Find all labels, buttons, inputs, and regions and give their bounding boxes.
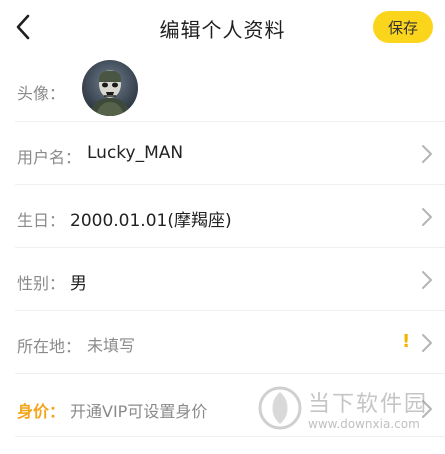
location-value: 未填写 (87, 336, 136, 355)
username-value: Lucky_MAN (87, 143, 184, 163)
warning-icon: ! (402, 331, 411, 352)
avatar-label: 头像： (17, 84, 66, 103)
row-divider (15, 436, 445, 437)
chevron-right-icon (420, 333, 434, 353)
birthday-value: 2000.01.01(摩羯座) (70, 211, 232, 231)
gender-row[interactable]: 性别： 男 (0, 248, 445, 311)
avatar[interactable] (82, 60, 138, 116)
location-row[interactable]: 所在地： 未填写 ! (0, 311, 445, 374)
chevron-right-icon (420, 399, 434, 419)
username-row[interactable]: 用户名： Lucky_MAN (0, 122, 445, 185)
gender-value: 男 (70, 274, 87, 294)
username-label: 用户名： (17, 148, 82, 167)
birthday-label: 生日： (17, 211, 66, 230)
worth-row[interactable]: 身价： 开通VIP可设置身价 (0, 374, 445, 437)
worth-label: 身价： (17, 402, 66, 421)
gender-label: 性别： (17, 274, 66, 293)
avatar-row[interactable]: 头像： (0, 56, 445, 122)
top-bar: 编辑个人资料 保存 (0, 0, 445, 56)
chevron-right-icon (420, 270, 434, 290)
save-button[interactable]: 保存 (373, 11, 433, 43)
worth-value: 开通VIP可设置身价 (70, 402, 208, 421)
location-label: 所在地： (17, 337, 82, 356)
birthday-row[interactable]: 生日： 2000.01.01(摩羯座) (0, 185, 445, 248)
chevron-right-icon (420, 144, 434, 164)
chevron-right-icon (420, 207, 434, 227)
avatar-image (82, 60, 138, 116)
